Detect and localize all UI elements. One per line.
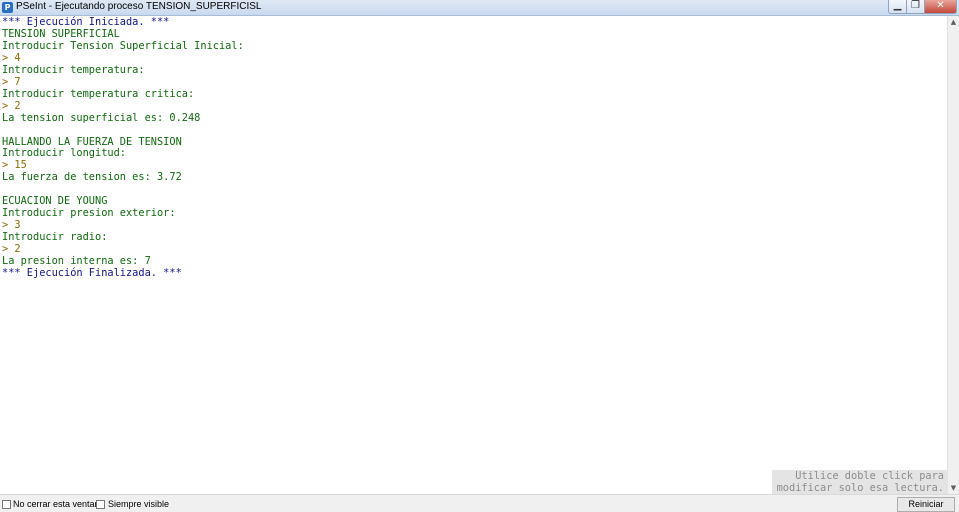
console-output-line: Introducir temperatura critica:: [2, 87, 195, 100]
hint-line-2: modificar solo esa lectura.: [776, 482, 944, 494]
console-output-line: ECUACION DE YOUNG: [2, 195, 108, 208]
scroll-up-arrow-icon[interactable]: ▲: [948, 16, 959, 28]
console-system-line: *** Ejecución Finalizada. ***: [2, 266, 182, 279]
minimize-button[interactable]: ▁: [888, 0, 907, 14]
console-system-line: *** Ejecución Iniciada. ***: [2, 16, 170, 28]
console-input-line[interactable]: > 7: [2, 76, 21, 88]
pseint-app-icon: P: [2, 2, 13, 13]
console-input-line[interactable]: > 2: [2, 243, 21, 255]
no-close-label[interactable]: No cerrar esta ventana: [13, 499, 105, 510]
console-output-line: La presion interna es: 7: [2, 255, 151, 267]
console-output[interactable]: *** Ejecución Iniciada. *** TENSION SUPER…: [0, 16, 947, 494]
scroll-down-arrow-icon[interactable]: ▼: [948, 482, 959, 494]
hint-line-1: Utilice doble click para: [795, 470, 944, 482]
console-output-line: La tension superficial es: 0.248: [2, 111, 201, 124]
console-output-line: TENSION SUPERFICIAL: [2, 27, 120, 40]
console-output-line: Introducir radio:: [2, 231, 108, 244]
vertical-scrollbar[interactable]: ▲ ▼: [947, 16, 959, 494]
maximize-button[interactable]: ❐: [906, 0, 925, 14]
edit-hint: Utilice doble click para modificar solo …: [772, 470, 948, 496]
console-output-line: HALLANDO LA FUERZA DE TENSION: [2, 135, 182, 148]
console-input-line[interactable]: > 2: [2, 100, 21, 112]
console-output-line: Introducir longitud:: [2, 147, 126, 160]
always-visible-label[interactable]: Siempre visible: [108, 499, 169, 510]
console-output-line: Introducir Tension Superficial Inicial:: [2, 39, 244, 52]
always-visible-checkbox[interactable]: [96, 500, 105, 509]
no-close-checkbox[interactable]: [2, 500, 11, 509]
console-input-line[interactable]: > 4: [2, 52, 21, 64]
close-button[interactable]: ✕: [924, 0, 957, 14]
restart-button[interactable]: Reiniciar: [897, 497, 955, 512]
title-bar: P PSeInt - Ejecutando proceso TENSION_SU…: [0, 0, 959, 16]
console-output-line: Introducir temperatura:: [2, 63, 145, 76]
bottom-bar: No cerrar esta ventana Siempre visible R…: [0, 494, 959, 512]
console-input-line[interactable]: > 3: [2, 219, 21, 231]
console-output-line: Introducir presion exterior:: [2, 207, 176, 220]
window-title: PSeInt - Ejecutando proceso TENSION_SUPE…: [16, 1, 262, 12]
console-input-line[interactable]: > 15: [2, 159, 27, 171]
console-output-line: La fuerza de tension es: 3.72: [2, 171, 182, 184]
